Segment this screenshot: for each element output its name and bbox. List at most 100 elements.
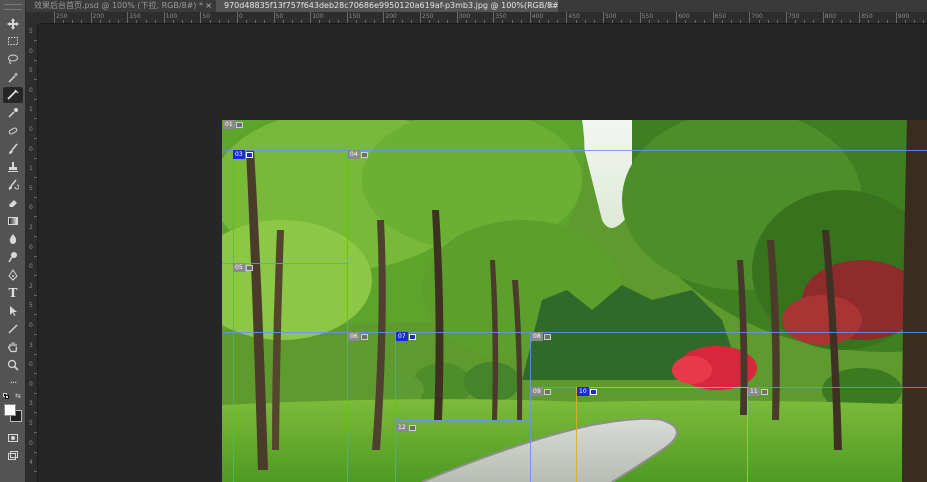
ruler-tick-label: 2 bbox=[29, 282, 33, 290]
quick-mask-button[interactable] bbox=[3, 430, 23, 446]
healing-tool[interactable] bbox=[3, 123, 23, 139]
gradient-tool[interactable] bbox=[3, 213, 23, 229]
active-slice-guide[interactable] bbox=[576, 387, 577, 482]
active-slice-guide[interactable] bbox=[576, 387, 758, 388]
slice-label-10[interactable]: 10 bbox=[577, 387, 597, 396]
ruler-tick-label: 150 bbox=[348, 13, 361, 20]
hand-tool[interactable] bbox=[3, 339, 23, 355]
close-icon[interactable]: × bbox=[547, 0, 554, 12]
ruler-minor-tick bbox=[291, 20, 293, 23]
slice-label-03[interactable]: 03 bbox=[233, 150, 253, 159]
ruler-tick-label: 100 bbox=[312, 13, 324, 20]
screen-mode-button[interactable] bbox=[3, 448, 23, 464]
ruler-minor-tick bbox=[630, 20, 632, 23]
slice-icon bbox=[589, 388, 597, 395]
magic-wand-tool[interactable] bbox=[3, 69, 23, 85]
ruler-minor-tick bbox=[255, 20, 257, 23]
ruler-minor-tick bbox=[154, 20, 156, 23]
slice-guide[interactable] bbox=[233, 150, 234, 482]
ruler-minor-tick bbox=[557, 20, 559, 23]
slice-guide[interactable] bbox=[222, 150, 927, 151]
slice-icon bbox=[760, 388, 768, 395]
ruler-tick bbox=[639, 12, 641, 23]
swap-colors-icon[interactable]: ⇆ bbox=[15, 392, 21, 400]
slice-icon bbox=[360, 151, 368, 158]
stamp-tool[interactable] bbox=[3, 159, 23, 175]
default-colors-icon[interactable] bbox=[3, 393, 10, 400]
horizontal-ruler[interactable]: 250 200 150 100 50 0 50 100 150 200 250 300 350 400 45… bbox=[40, 12, 927, 24]
slice-label-09[interactable]: 09 bbox=[531, 387, 551, 396]
slice-icon bbox=[245, 264, 253, 271]
brush-tool[interactable] bbox=[3, 141, 23, 157]
marquee-tool[interactable] bbox=[3, 33, 23, 49]
slice-icon bbox=[408, 424, 416, 431]
ruler-minor-tick bbox=[34, 59, 37, 61]
ruler-minor-tick bbox=[172, 20, 174, 23]
move-tool[interactable] bbox=[3, 16, 23, 32]
slice-label-08[interactable]: 08 bbox=[531, 332, 551, 341]
active-slice-guide[interactable] bbox=[747, 387, 748, 482]
ruler-tick-label: 0 bbox=[29, 126, 33, 133]
slice-label-04[interactable]: 04 bbox=[348, 150, 368, 159]
crop-icon bbox=[7, 89, 19, 100]
close-icon[interactable]: × bbox=[205, 0, 212, 12]
vertical-ruler[interactable]: 5 0 5 0 1 0 0 1 5 0 2 0 0 2 5 0 3 0 0 3 5 0 4 bbox=[26, 24, 38, 482]
ruler-tick-label: 400 bbox=[531, 13, 544, 20]
ruler-minor-tick bbox=[575, 20, 577, 23]
slice-guide[interactable] bbox=[530, 332, 531, 482]
ruler-minor-tick bbox=[813, 20, 815, 23]
slice-tool[interactable] bbox=[3, 87, 23, 103]
tools-panel: T ··· ⇆ bbox=[0, 0, 26, 482]
more-tools[interactable]: ··· bbox=[3, 375, 23, 391]
slice-label-12[interactable]: 12 bbox=[396, 423, 416, 432]
blur-tool[interactable] bbox=[3, 231, 23, 247]
eraser-tool[interactable] bbox=[3, 195, 23, 211]
slice-label-06[interactable]: 06 bbox=[348, 332, 368, 341]
document-canvas[interactable]: 01 03 04 05 06 07 08 09 10 11 12 bbox=[222, 120, 927, 482]
ruler-minor-tick bbox=[81, 20, 83, 23]
slice-label-11[interactable]: 11 bbox=[748, 387, 768, 396]
slice-guide[interactable] bbox=[347, 150, 348, 482]
tab-psd-document[interactable]: 效果后台首页.psd @ 100% (下拉, RGB/8#) * × bbox=[26, 0, 216, 12]
ruler-tick-label: 300 bbox=[458, 13, 471, 20]
foreground-color-swatch[interactable] bbox=[4, 404, 16, 416]
ruler-minor-tick bbox=[34, 392, 37, 394]
slice-number: 04 bbox=[348, 150, 360, 159]
ruler-tick bbox=[712, 12, 714, 23]
panel-grip[interactable] bbox=[4, 4, 22, 10]
slice-label-05[interactable]: 05 bbox=[233, 263, 253, 272]
ruler-minor-tick bbox=[34, 216, 37, 218]
ruler-tick-label: 5 bbox=[29, 67, 33, 75]
ruler-minor-tick bbox=[520, 20, 522, 23]
dodge-tool[interactable] bbox=[3, 249, 23, 265]
line-tool[interactable] bbox=[3, 321, 23, 337]
ruler-minor-tick bbox=[99, 20, 101, 23]
ruler-tick bbox=[859, 12, 861, 23]
slice-guide[interactable] bbox=[395, 332, 396, 482]
park-photo bbox=[222, 120, 927, 482]
eyedropper-tool[interactable] bbox=[3, 105, 23, 121]
slice-label-07[interactable]: 07 bbox=[396, 332, 416, 341]
slice-guide[interactable] bbox=[395, 420, 530, 421]
ruler-tick-label: 250 bbox=[422, 13, 434, 20]
ruler-minor-tick bbox=[301, 20, 303, 23]
lasso-tool[interactable] bbox=[3, 51, 23, 67]
tab-jpg-document[interactable]: 970d48835f13f757f643deb28c70686e9950120a… bbox=[216, 0, 558, 12]
slice-number: 03 bbox=[233, 150, 245, 159]
slice-guide[interactable] bbox=[222, 332, 927, 333]
type-tool[interactable]: T bbox=[3, 285, 23, 301]
path-select-tool[interactable] bbox=[3, 303, 23, 319]
ruler-origin[interactable] bbox=[26, 12, 40, 24]
zoom-tool[interactable] bbox=[3, 357, 23, 373]
ruler-minor-tick bbox=[34, 98, 37, 100]
ruler-tick bbox=[603, 12, 604, 23]
ruler-minor-tick bbox=[612, 20, 614, 23]
pen-tool[interactable] bbox=[3, 267, 23, 283]
ruler-minor-tick bbox=[34, 353, 37, 355]
ruler-minor-tick bbox=[850, 20, 852, 23]
slice-label-01[interactable]: 01 bbox=[223, 120, 243, 129]
history-brush-tool[interactable] bbox=[3, 177, 23, 193]
slice-number: 06 bbox=[348, 332, 360, 341]
ruler-tick bbox=[456, 12, 458, 23]
gradient-icon bbox=[8, 217, 18, 225]
